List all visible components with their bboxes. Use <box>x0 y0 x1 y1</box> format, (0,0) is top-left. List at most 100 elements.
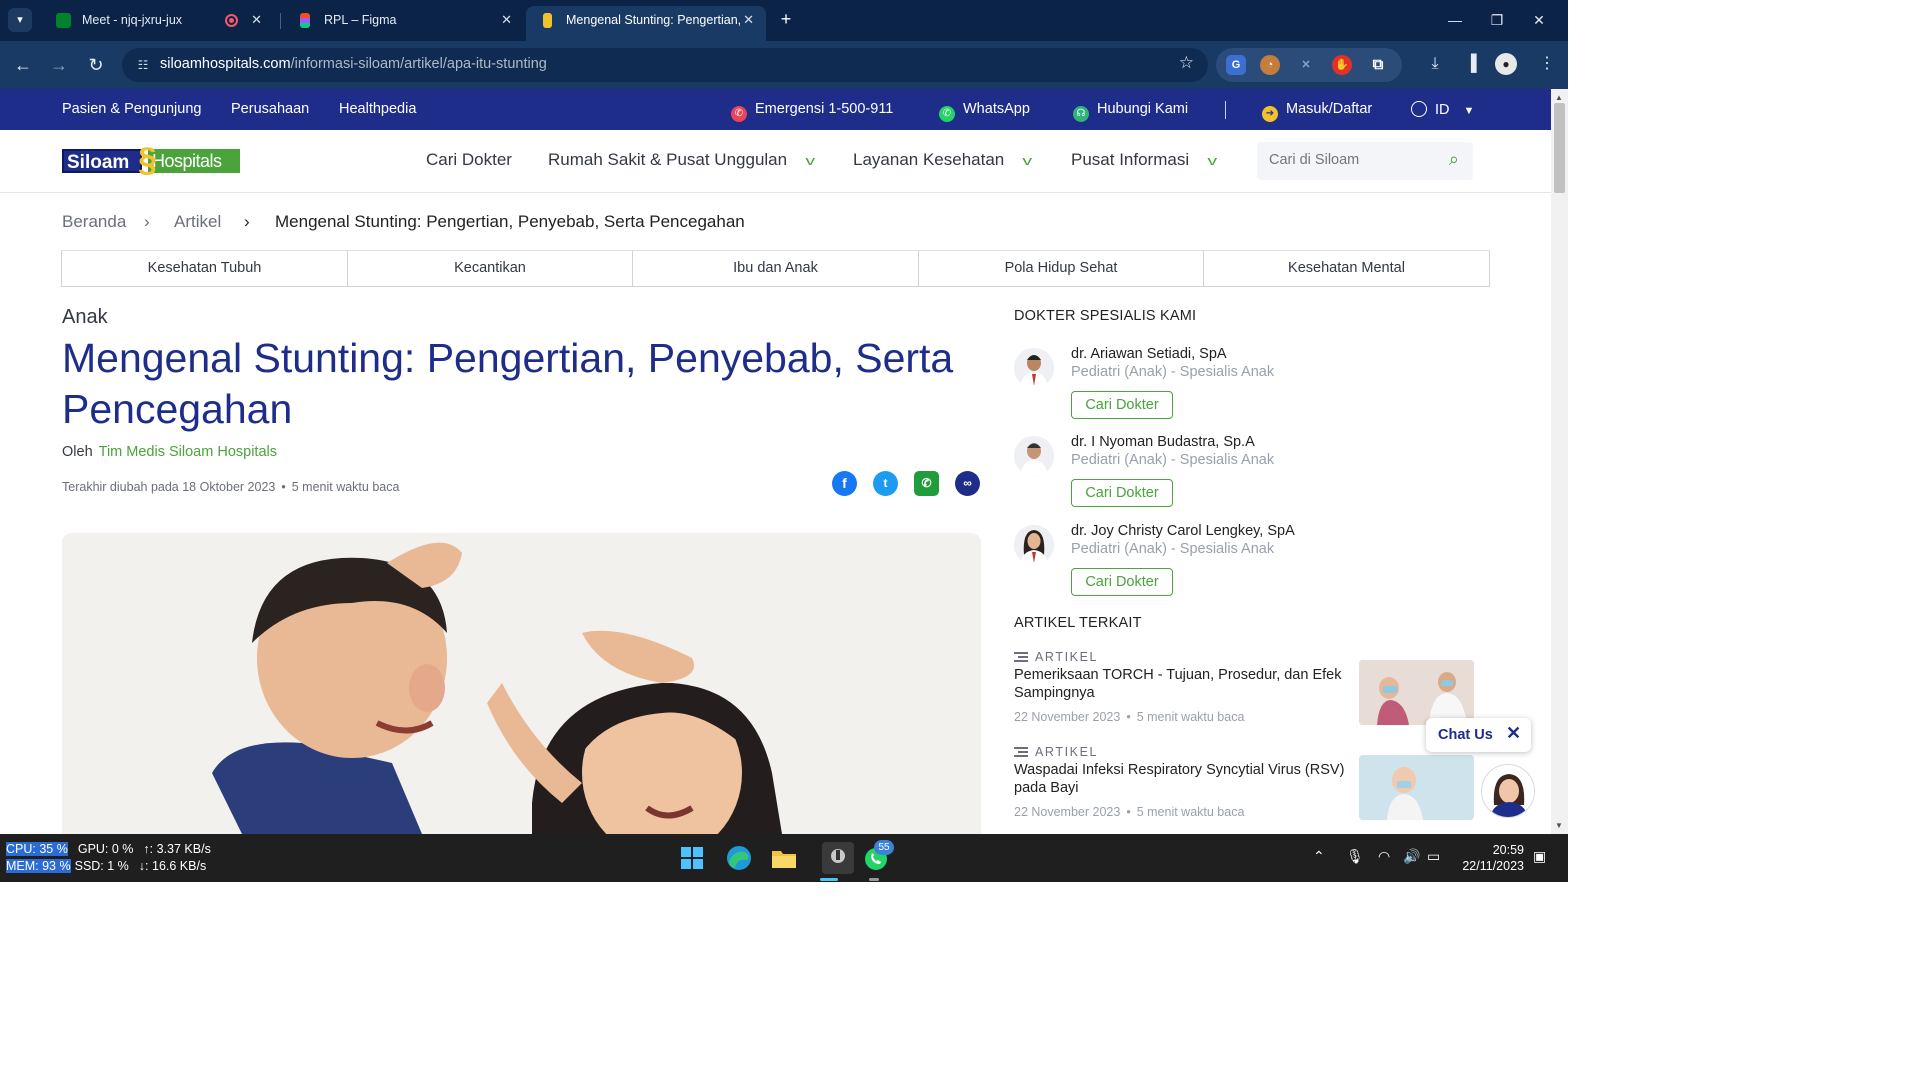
siloam-logo[interactable]: Siloam Hospitals § <box>62 141 240 182</box>
breadcrumb-separator: › <box>144 212 150 231</box>
logo-mark-icon: § <box>138 141 157 179</box>
close-window-button[interactable]: ✕ <box>1526 8 1552 32</box>
twitter-icon[interactable]: t <box>873 471 898 496</box>
doctor-name[interactable]: dr. Joy Christy Carol Lengkey, SpA <box>1071 523 1295 539</box>
tab-search-button[interactable]: ▾ <box>8 8 32 32</box>
doctor-card: dr. I Nyoman Budastra, Sp.A Pediatri (An… <box>1014 434 1474 514</box>
system-clock[interactable]: 20:59 22/11/2023 <box>1460 842 1524 874</box>
bookmark-star-icon[interactable]: ☆ <box>1179 53 1194 73</box>
profile-avatar[interactable]: ● <box>1495 53 1517 75</box>
menu-cari-dokter[interactable]: Cari Dokter <box>426 150 512 170</box>
figma-icon <box>300 13 310 28</box>
category-tab[interactable]: Kecantikan <box>348 251 633 286</box>
tab-divider <box>280 13 281 29</box>
related-article-title[interactable]: Pemeriksaan TORCH - Tujuan, Prosedur, da… <box>1014 666 1354 702</box>
menu-layanan[interactable]: Layanan Kesehatan v <box>853 150 1032 170</box>
contact-link[interactable]: ☊ Hubungi Kami <box>1073 101 1188 122</box>
site-header: Siloam Hospitals § Cari Dokter Rumah Sak… <box>0 130 1551 193</box>
nav-healthpedia[interactable]: Healthpedia <box>339 101 416 117</box>
tab-meet[interactable]: Meet - njq-jxru-jux ✕ <box>42 6 274 41</box>
wifi-icon[interactable]: ◠ <box>1378 848 1390 865</box>
whatsapp-icon[interactable]: ✆ <box>914 471 939 496</box>
scroll-up-icon[interactable]: ▲ <box>1555 93 1563 102</box>
microphone-icon[interactable]: 🎙 <box>1346 848 1364 865</box>
new-tab-button[interactable]: + <box>775 8 797 32</box>
chat-avatar[interactable] <box>1481 764 1535 818</box>
file-explorer-icon[interactable] <box>768 842 800 874</box>
category-tab[interactable]: Pola Hidup Sehat <box>919 251 1204 286</box>
related-article[interactable]: ARTIKEL Pemeriksaan TORCH - Tujuan, Pros… <box>1014 650 1474 730</box>
facebook-icon[interactable]: f <box>832 471 857 496</box>
tab-siloam[interactable]: Mengenal Stunting: Pengertian, ✕ <box>526 6 766 41</box>
page-scrollbar[interactable]: ▲ ▼ <box>1551 89 1568 834</box>
site-info-icon[interactable]: ☷ <box>134 56 152 74</box>
battery-icon[interactable]: ▭ <box>1427 848 1440 865</box>
app-icon[interactable] <box>822 842 854 874</box>
windows-start-icon[interactable] <box>676 842 708 874</box>
user-login-icon: ➔ <box>1262 106 1278 122</box>
tab-close-button[interactable]: ✕ <box>743 6 754 34</box>
url-text[interactable]: siloamhospitals.com/informasi-siloam/art… <box>160 56 547 72</box>
tab-title: Meet - njq-jxru-jux <box>82 13 183 27</box>
link-icon[interactable]: ∞ <box>955 471 980 496</box>
more-menu-icon[interactable]: ⋮ <box>1535 52 1559 76</box>
breadcrumb-home[interactable]: Beranda <box>62 212 126 232</box>
close-icon[interactable]: ✕ <box>1506 723 1521 744</box>
nav-pasien[interactable]: Pasien & Pengunjung <box>62 101 201 117</box>
address-bar[interactable]: ☷ siloamhospitals.com/informasi-siloam/a… <box>122 48 1208 82</box>
tray-overflow-icon[interactable]: ⌃ <box>1313 848 1325 865</box>
restore-button[interactable]: ❐ <box>1484 8 1510 32</box>
doctor-name[interactable]: dr. Ariawan Setiadi, SpA <box>1071 346 1227 362</box>
category-tab[interactable]: Kesehatan Tubuh <box>62 251 348 286</box>
reload-icon[interactable]: ↻ <box>83 52 109 78</box>
whatsapp-link[interactable]: ✆ WhatsApp <box>939 101 1030 122</box>
tab-close-button[interactable]: ✕ <box>501 6 512 34</box>
site-top-bar: Pasien & Pengunjung Perusahaan Healthped… <box>0 89 1551 130</box>
related-article-thumbnail[interactable] <box>1359 755 1474 820</box>
chat-popup[interactable]: Chat Us ✕ <box>1426 718 1531 752</box>
scroll-down-icon[interactable]: ▼ <box>1555 821 1563 830</box>
menu-rumah-sakit[interactable]: Rumah Sakit & Pusat Unggulan v <box>548 150 815 170</box>
chat-label[interactable]: Chat Us <box>1438 727 1493 743</box>
edge-icon[interactable] <box>723 842 755 874</box>
tab-close-button[interactable]: ✕ <box>251 6 262 34</box>
find-doctor-button[interactable]: Cari Dokter <box>1071 391 1173 419</box>
breadcrumb-artikel[interactable]: Artikel <box>174 212 221 232</box>
related-article-meta: 22 November 2023 • 5 menit waktu baca <box>1014 805 1245 819</box>
search-input[interactable] <box>1269 152 1439 168</box>
search-icon[interactable]: ⌕ <box>1449 149 1459 170</box>
related-article-thumbnail[interactable] <box>1359 660 1474 725</box>
tab-figma[interactable]: RPL – Figma ✕ <box>284 6 524 41</box>
volume-icon[interactable]: 🔊 <box>1403 848 1420 865</box>
login-link[interactable]: ➔ Masuk/Daftar <box>1262 101 1372 122</box>
download-icon[interactable]: ⤓ <box>1423 52 1447 76</box>
emergency-link[interactable]: ✆ Emergensi 1-500-911 <box>731 101 893 122</box>
read-time: 5 menit waktu baca <box>291 480 400 494</box>
extensions-group: G ◔ ✕ ✋ ⧉ <box>1216 48 1402 82</box>
article-tag: ARTIKEL <box>1014 650 1098 664</box>
menu-pusat-informasi[interactable]: Pusat Informasi v <box>1071 150 1217 170</box>
translate-extension-icon[interactable]: G <box>1226 55 1246 75</box>
side-panel-icon[interactable]: ▐ <box>1459 52 1483 76</box>
category-tab[interactable]: Kesehatan Mental <box>1204 251 1489 286</box>
scrollbar-thumb[interactable] <box>1554 103 1565 193</box>
find-doctor-button[interactable]: Cari Dokter <box>1071 479 1173 507</box>
find-doctor-button[interactable]: Cari Dokter <box>1071 568 1173 596</box>
extension-icon[interactable]: ◔ <box>1260 55 1280 75</box>
extension-icon[interactable]: ✕ <box>1296 55 1316 75</box>
nav-perusahaan[interactable]: Perusahaan <box>231 101 309 117</box>
author-link[interactable]: Tim Medis Siloam Hospitals <box>99 444 277 460</box>
minimize-button[interactable]: — <box>1442 8 1468 32</box>
puzzle-icon[interactable]: ⧉ <box>1368 55 1388 75</box>
related-article-title[interactable]: Waspadai Infeksi Respiratory Syncytial V… <box>1014 761 1354 797</box>
whatsapp-icon: ✆ <box>939 106 955 122</box>
language-select[interactable]: ID ▼ <box>1411 101 1474 118</box>
forward-arrow-icon[interactable]: → <box>46 52 72 78</box>
related-article[interactable]: ARTIKEL Waspadai Infeksi Respiratory Syn… <box>1014 745 1474 825</box>
phone-icon: ✆ <box>731 106 747 122</box>
notification-icon[interactable]: ▣ <box>1533 848 1546 865</box>
category-tab[interactable]: Ibu dan Anak <box>633 251 919 286</box>
back-arrow-icon[interactable]: ← <box>10 52 36 78</box>
extension-icon[interactable]: ✋ <box>1332 55 1352 75</box>
doctor-name[interactable]: dr. I Nyoman Budastra, Sp.A <box>1071 434 1255 450</box>
